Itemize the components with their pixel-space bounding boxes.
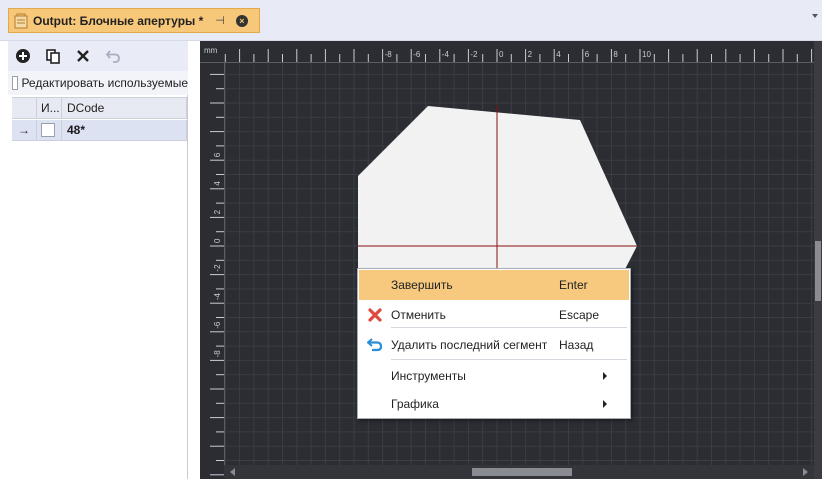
- vertical-scrollbar[interactable]: [814, 41, 822, 479]
- menu-item-shortcut: Назад: [559, 338, 594, 352]
- menu-item-label: Завершить: [391, 278, 453, 292]
- x-tick-label: 4: [556, 50, 561, 59]
- submenu-arrow-icon: [603, 372, 617, 380]
- y-tick-label: 0: [213, 238, 222, 243]
- vertical-scroll-thumb[interactable]: [815, 241, 821, 301]
- menu-item-graphics[interactable]: Графика: [359, 389, 629, 419]
- undo-arrow-icon: [367, 338, 383, 352]
- y-tick-label: 2: [213, 209, 222, 214]
- x-tick-label: -6: [413, 50, 421, 59]
- menu-item-label: Графика: [391, 397, 439, 411]
- y-tick-label: -4: [213, 293, 222, 301]
- undo-icon: [105, 50, 120, 63]
- edit-used-option[interactable]: Редактировать используемые: [8, 71, 188, 95]
- tab-title: Output: Блочные апертуры *: [33, 13, 204, 28]
- x-tick-label: -4: [442, 50, 450, 59]
- table-row[interactable]: → 48*: [12, 120, 187, 141]
- x-tick-label: 8: [613, 50, 618, 59]
- document-icon: [14, 13, 28, 28]
- delete-icon: [77, 50, 89, 62]
- menu-item-label: Удалить последний сегмент: [391, 338, 548, 352]
- x-tick-label: 6: [585, 50, 590, 59]
- panel-toolbar: [8, 41, 188, 71]
- row-used-checkbox[interactable]: [41, 123, 55, 137]
- copy-icon: [46, 49, 60, 64]
- menu-separator: [391, 327, 627, 328]
- current-row-arrow-icon: →: [12, 120, 37, 140]
- submenu-arrow-icon: [603, 400, 617, 408]
- undo-button[interactable]: [98, 41, 128, 71]
- aperture-grid-header: И... DCode: [12, 97, 187, 119]
- add-icon: [16, 49, 30, 63]
- aperture-list-panel: Редактировать используемые И... DCode → …: [8, 41, 188, 479]
- tab-list-dropdown-icon[interactable]: [812, 14, 818, 18]
- y-tick-label: -2: [213, 264, 222, 272]
- menu-item-label: Инструменты: [391, 369, 466, 383]
- close-icon[interactable]: ×: [235, 14, 248, 27]
- menu-item-shortcut: Escape: [559, 308, 600, 322]
- column-header-used[interactable]: И...: [37, 98, 62, 118]
- x-tick-label: -8: [385, 50, 393, 59]
- y-tick-label: 4: [213, 181, 222, 186]
- row-dcode-cell[interactable]: 48*: [62, 120, 187, 140]
- add-button[interactable]: [8, 41, 38, 71]
- cancel-x-icon: [368, 308, 382, 322]
- horizontal-scroll-thumb[interactable]: [472, 468, 572, 476]
- document-tab-bar: Output: Блочные апертуры * ⊣ ×: [0, 0, 822, 41]
- pin-icon[interactable]: ⊣: [215, 14, 225, 27]
- menu-item-label: Отменить: [391, 308, 446, 322]
- row-used-cell[interactable]: [37, 120, 62, 140]
- y-tick-label: -6: [213, 321, 222, 329]
- edit-used-label: Редактировать используемые: [21, 76, 188, 90]
- copy-button[interactable]: [38, 41, 68, 71]
- delete-button[interactable]: [68, 41, 98, 71]
- menu-item-delete-last-segment[interactable]: Удалить последний сегмент Назад: [359, 330, 629, 360]
- y-tick-label: 6: [213, 152, 222, 157]
- menu-item-shortcut: Enter: [559, 278, 588, 292]
- edit-used-checkbox[interactable]: [12, 76, 19, 90]
- menu-item-tools[interactable]: Инструменты: [359, 361, 629, 391]
- menu-separator: [391, 359, 627, 360]
- horizontal-ruler: [200, 41, 814, 63]
- row-indicator-header: [12, 98, 37, 118]
- x-tick-label: 10: [642, 50, 651, 59]
- menu-item-cancel[interactable]: Отменить Escape: [359, 300, 629, 330]
- menu-item-finish[interactable]: Завершить Enter: [359, 270, 629, 300]
- y-tick-label: -8: [213, 350, 222, 358]
- x-tick-label: -2: [470, 50, 478, 59]
- context-menu: Завершить Enter Отменить Escape Удалить …: [357, 268, 631, 419]
- column-header-dcode[interactable]: DCode: [62, 98, 187, 118]
- ruler-unit-label: mm: [204, 46, 218, 55]
- document-tab[interactable]: Output: Блочные апертуры * ⊣ ×: [8, 8, 260, 33]
- x-tick-label: 0: [499, 50, 504, 59]
- x-tick-label: 2: [528, 50, 533, 59]
